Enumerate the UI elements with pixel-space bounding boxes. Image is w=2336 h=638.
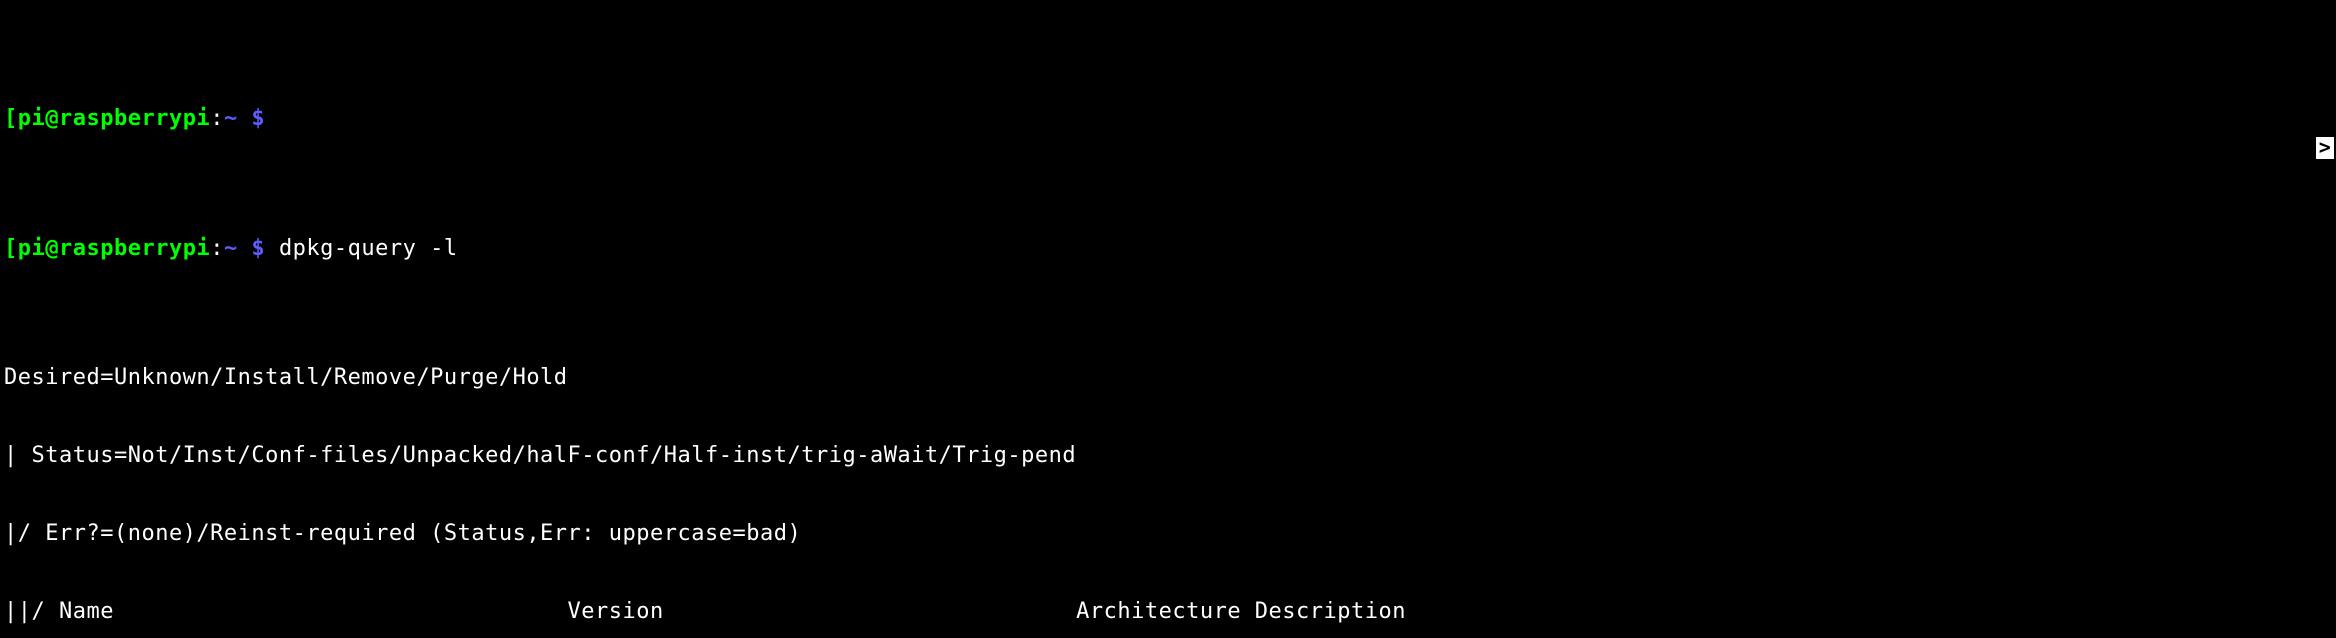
terminal[interactable]: [pi@raspberrypi:~ $ [pi@raspberrypi:~ $ … — [0, 0, 2336, 638]
prompt-line-2: [pi@raspberrypi:~ $ dpkg-query -l — [4, 236, 2332, 262]
dpkg-header-status: | Status=Not/Inst/Conf-files/Unpacked/ha… — [4, 443, 2332, 469]
prompt-dollar: $ — [238, 236, 266, 261]
scroll-right-icon: > — [2316, 137, 2334, 159]
prompt-bracket: [ — [4, 236, 18, 261]
prompt-line-1: [pi@raspberrypi:~ $ — [4, 106, 2332, 132]
dpkg-column-headers: ||/ Name Version Architecture Descriptio… — [4, 599, 2332, 625]
prompt-dollar: $ — [238, 106, 266, 131]
prompt-user-host: pi@raspberrypi — [18, 236, 210, 261]
prompt-colon: : — [210, 236, 224, 261]
prompt-colon: : — [210, 106, 224, 131]
prompt-path: ~ — [224, 106, 238, 131]
dpkg-header-desired: Desired=Unknown/Install/Remove/Purge/Hol… — [4, 365, 2332, 391]
prompt-bracket: [ — [4, 106, 18, 131]
prompt-user-host: pi@raspberrypi — [18, 106, 210, 131]
prompt-path: ~ — [224, 236, 238, 261]
command-2: dpkg-query -l — [279, 236, 458, 261]
dpkg-header-err: |/ Err?=(none)/Reinst-required (Status,E… — [4, 521, 2332, 547]
